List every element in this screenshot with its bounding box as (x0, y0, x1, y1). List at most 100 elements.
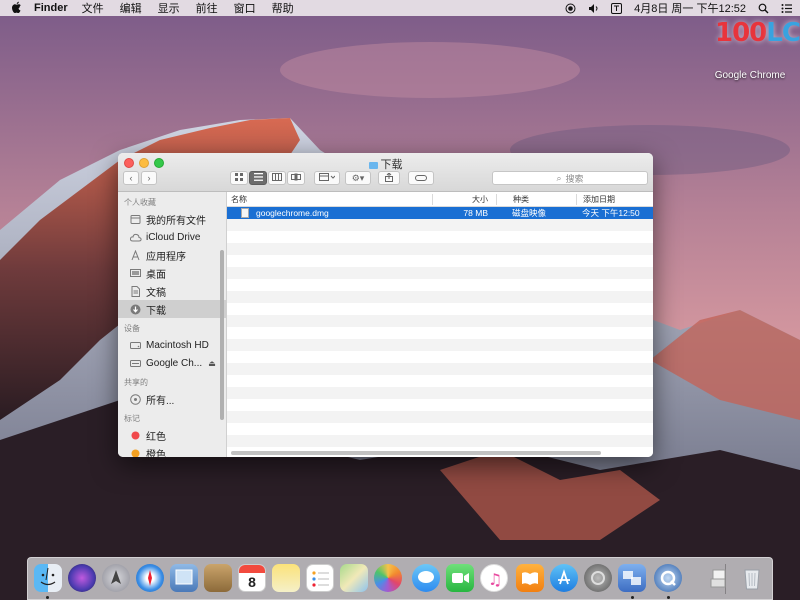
notes-icon[interactable] (272, 564, 300, 592)
notification-center-icon[interactable] (781, 3, 792, 14)
sidebar-scrollbar[interactable] (220, 250, 224, 420)
ibooks-icon[interactable] (516, 564, 544, 592)
sidebar-item-label: 红色 (146, 431, 166, 443)
launchpad-icon[interactable] (102, 564, 130, 592)
itunes-icon[interactable]: ♫ (480, 564, 508, 592)
sidebar-item-desktop[interactable]: 桌面 (118, 264, 226, 282)
sidebar-item-label: 我的所有文件 (146, 215, 206, 227)
sidebar-item-label: 橙色 (146, 449, 166, 458)
safari-icon[interactable] (136, 564, 164, 592)
eject-icon[interactable]: ⏏ (208, 359, 216, 368)
migration-assistant-icon[interactable] (618, 564, 646, 592)
menu-go[interactable]: 前往 (196, 0, 218, 16)
column-header-date-added[interactable]: 添加日期 (576, 193, 653, 205)
finder-toolbar: 下载 ‹ › ⚙▾ ⌕ 搜索 (118, 153, 653, 192)
menu-view[interactable]: 显示 (158, 0, 180, 16)
dmg-file-icon (241, 208, 249, 218)
maps-icon[interactable] (340, 564, 368, 592)
view-icons-button[interactable] (230, 171, 248, 185)
downloads-stack-icon[interactable] (704, 564, 732, 592)
desktop-chrome-item[interactable]: 100LC Google Chrome (700, 18, 800, 81)
facetime-icon[interactable] (446, 564, 474, 592)
back-button[interactable]: ‹ (123, 171, 139, 185)
sidebar-item-documents[interactable]: 文稿 (118, 282, 226, 300)
list-header: 名称 大小 种类 添加日期 (227, 192, 653, 207)
apple-menu-icon[interactable] (0, 1, 34, 16)
file-rows: googlechrome.dmg 78 MB 磁盘映像 今天 下午12:50 (227, 207, 653, 447)
trash-icon[interactable] (738, 564, 766, 592)
window-title: 下载 (118, 156, 653, 172)
record-icon[interactable] (565, 3, 576, 14)
sidebar-item-label: 桌面 (146, 269, 166, 281)
sidebar-header-favorites: 个人收藏 (124, 198, 156, 207)
contacts-icon[interactable] (204, 564, 232, 592)
menu-clock[interactable]: 4月8日 周一 下午12:52 (634, 0, 746, 16)
sidebar-header-devices: 设备 (124, 324, 140, 333)
spotlight-icon[interactable] (758, 3, 769, 14)
messages-icon[interactable] (412, 564, 440, 592)
arrange-button[interactable] (314, 171, 340, 185)
view-coverflow-button[interactable] (287, 171, 305, 185)
column-header-size[interactable]: 大小 (432, 193, 496, 205)
sidebar-item-applications[interactable]: 应用程序 (118, 246, 226, 264)
sidebar-item-downloads[interactable]: 下载 (118, 300, 226, 318)
volume-icon[interactable] (588, 3, 599, 14)
sidebar-item-label: 下载 (146, 305, 166, 317)
preview-icon[interactable] (170, 564, 198, 592)
arrange-icon (319, 173, 336, 183)
sidebar-header-shared: 共享的 (124, 378, 148, 387)
tag-button[interactable] (408, 171, 434, 185)
search-field[interactable]: ⌕ 搜索 (492, 171, 648, 185)
sidebar-item-tag-orange[interactable]: 橙色 (118, 444, 226, 457)
cloud-icon (129, 232, 142, 243)
sidebar-item-macintosh-hd[interactable]: Macintosh HD (118, 336, 226, 354)
system-preferences-icon[interactable] (584, 564, 612, 592)
menu-bar: Finder 文件 编辑 显示 前往 窗口 帮助 4月8日 周一 下午12:52 (0, 0, 800, 16)
view-columns-button[interactable] (268, 171, 286, 185)
view-list-button[interactable] (249, 171, 267, 185)
sidebar-item-icloud-drive[interactable]: iCloud Drive (118, 228, 226, 246)
search-icon: ⌕ (556, 172, 562, 183)
sidebar-item-all-my-files[interactable]: 我的所有文件 (118, 210, 226, 228)
share-button[interactable] (378, 171, 400, 185)
coverflow-icon (291, 173, 301, 183)
menu-window[interactable]: 窗口 (234, 0, 256, 16)
photos-icon[interactable] (374, 564, 402, 592)
sidebar-item-google-chrome-disk[interactable]: Google Ch... ⏏ (118, 354, 226, 372)
sidebar-item-all-shared[interactable]: 所有... (118, 390, 226, 408)
siri-icon[interactable] (68, 564, 96, 592)
forward-button[interactable]: › (141, 171, 157, 185)
sidebar-item-label: 所有... (146, 395, 175, 407)
grid-icon (235, 173, 243, 183)
chrome-installer-icon: 100LC (715, 18, 800, 48)
migration-running-indicator (631, 596, 634, 599)
menu-app-finder[interactable]: Finder (34, 2, 68, 14)
chevron-left-icon: ‹ (129, 173, 133, 183)
columns-icon (272, 173, 282, 183)
sidebar-item-label: 文稿 (146, 287, 166, 299)
downloads-icon (130, 304, 141, 315)
hard-drive-icon (130, 340, 141, 351)
column-header-kind[interactable]: 种类 (496, 193, 576, 205)
table-row[interactable]: googlechrome.dmg 78 MB 磁盘映像 今天 下午12:50 (227, 207, 653, 219)
file-list: 名称 大小 种类 添加日期 googlechrome.dmg 78 MB 磁盘映… (227, 192, 653, 457)
sidebar-item-label: Google Ch... (146, 357, 203, 369)
app-store-icon[interactable] (550, 564, 578, 592)
menu-file[interactable]: 文件 (82, 0, 104, 16)
file-name: googlechrome.dmg (256, 208, 329, 218)
horizontal-scrollbar[interactable] (231, 451, 601, 455)
network-icon (130, 393, 141, 405)
finder-icon[interactable] (34, 564, 62, 592)
dock: 8 ♫ (27, 557, 773, 600)
menu-help[interactable]: 帮助 (272, 0, 294, 16)
file-date-added: 今天 下午12:50 (582, 208, 640, 218)
calendar-icon[interactable]: 8 (238, 564, 266, 592)
action-button[interactable]: ⚙▾ (345, 171, 371, 185)
sidebar-item-tag-red[interactable]: 红色 (118, 426, 226, 444)
menu-edit[interactable]: 编辑 (120, 0, 142, 16)
column-header-name[interactable]: 名称 (227, 194, 432, 205)
reminders-icon[interactable] (306, 564, 334, 592)
finder-window: 下载 ‹ › ⚙▾ ⌕搜索 个人收藏 我的所有文件 iCloud Drive (118, 153, 653, 457)
input-source-icon[interactable] (611, 2, 623, 14)
quicktime-icon[interactable] (654, 564, 682, 592)
